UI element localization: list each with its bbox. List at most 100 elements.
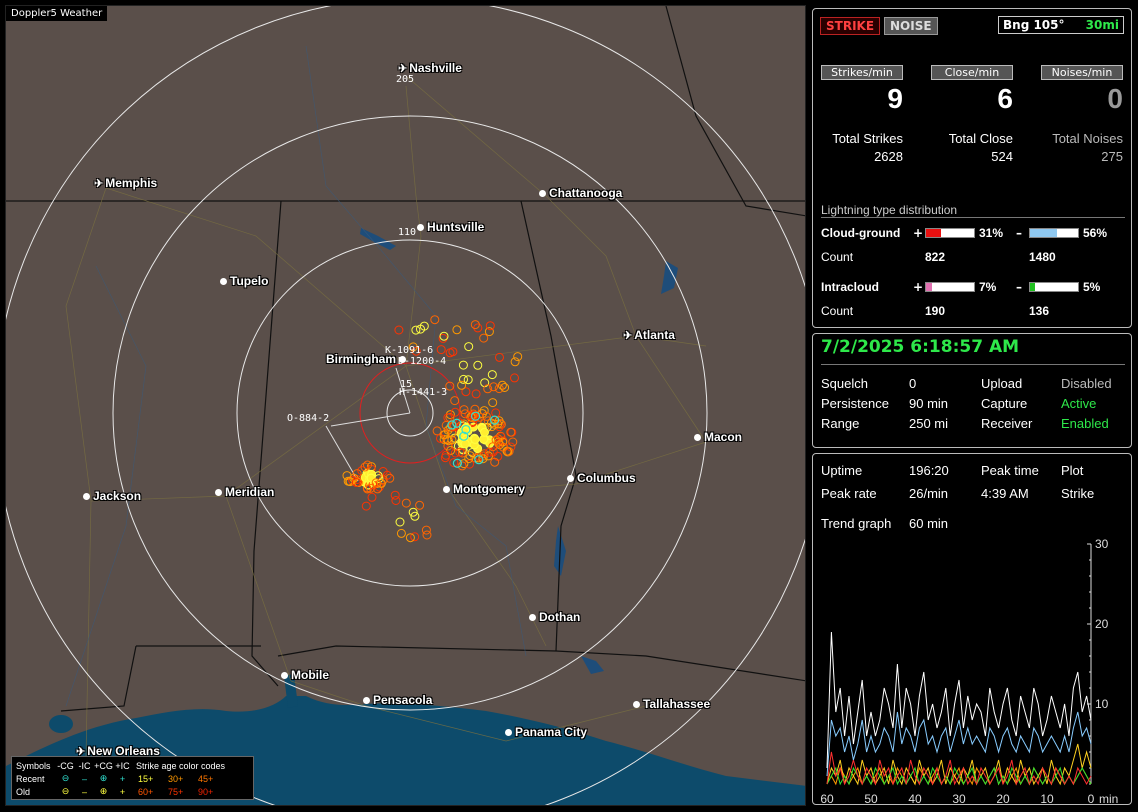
x-tick-label: 0 — [1088, 792, 1095, 804]
noises-per-min-value: 0 — [1107, 83, 1123, 114]
ic-minus-sign: – — [1016, 280, 1022, 294]
city-label-pensacola: Pensacola — [363, 693, 432, 707]
total-noises-value: 275 — [1101, 149, 1123, 164]
plane-icon: ✈ — [623, 330, 633, 342]
peak-time-label: Peak time — [981, 463, 1039, 478]
cg-neg-percent: 56% — [1083, 226, 1108, 240]
strike-marker — [394, 325, 404, 335]
dot-icon — [417, 224, 424, 231]
legend-symbols-label: Symbols — [16, 760, 51, 771]
dot-icon — [220, 278, 227, 285]
total-close-label: Total Close — [948, 131, 1013, 146]
dot-icon — [505, 729, 512, 736]
receiver-label: Receiver — [981, 416, 1033, 431]
strike-button[interactable]: STRIKE — [820, 17, 881, 35]
ring-label-middle: 110 — [398, 227, 417, 238]
trend-graph-value[interactable]: 60 min — [909, 516, 948, 531]
cg-plus-sign: + — [913, 226, 924, 240]
close-per-min-label[interactable]: Close/min — [931, 65, 1013, 80]
x-unit-label: min — [1099, 792, 1118, 804]
strike-marker — [485, 321, 495, 331]
bearing-box[interactable]: Bng 105° 30mi — [998, 16, 1124, 34]
strike-marker — [415, 500, 425, 510]
neg-ic-old-icon: – — [81, 786, 87, 797]
strike-marker — [390, 490, 400, 500]
cloud-ground-label: Cloud-ground — [821, 226, 901, 240]
dot-icon — [363, 697, 370, 704]
strike-marker — [445, 348, 455, 358]
strike-marker — [510, 373, 519, 383]
pos-cg-icon: ⊕ — [99, 773, 108, 783]
strike-marker — [470, 434, 480, 444]
ic-pos-percent: 7% — [979, 280, 997, 294]
status-panel: 7/2/2025 6:18:57 AM Squelch 0 Persistenc… — [812, 333, 1132, 448]
persistence-value: 90 min — [909, 396, 949, 411]
cg-minus-sign: – — [1016, 226, 1022, 240]
ic-neg-count: 136 — [1029, 304, 1050, 318]
storm-label-k[interactable]: K-1091-6 — [385, 345, 433, 356]
dot-icon — [83, 493, 90, 500]
city-name: Memphis — [105, 176, 158, 190]
bearing-range: 30mi — [1085, 18, 1119, 32]
city-label-dothan: Dothan — [529, 610, 580, 624]
capture-value[interactable]: Active — [1061, 396, 1096, 411]
strike-marker — [421, 525, 431, 535]
plane-icon: ✈ — [94, 178, 104, 190]
range-value: 250 mi — [909, 416, 949, 431]
storm-label-d[interactable]: D-1200-4 — [398, 356, 446, 367]
plot-value[interactable]: Strike — [1061, 486, 1094, 501]
city-name: Pensacola — [373, 693, 433, 707]
upload-value[interactable]: Disabled — [1061, 376, 1112, 391]
receiver-value[interactable]: Enabled — [1061, 416, 1109, 431]
dot-icon — [443, 486, 450, 493]
ic-plus-sign: + — [913, 280, 924, 294]
dot-icon — [539, 190, 546, 197]
city-label-jackson: Jackson — [83, 489, 141, 503]
neg-cg-old-icon: ⊖ — [61, 786, 70, 796]
trend-series-line — [826, 711, 1092, 777]
cg-neg-count: 1480 — [1029, 250, 1056, 264]
noise-button[interactable]: NOISE — [884, 17, 938, 35]
trend-series-line — [826, 631, 1092, 769]
storm-label-h[interactable]: H-1441-3 — [399, 387, 447, 398]
cg-pos-percent: 31% — [979, 226, 1004, 240]
city-name: Meridian — [225, 485, 275, 499]
strike-marker — [366, 473, 376, 483]
lake-pontchartrain — [49, 715, 73, 733]
cg-pos-bar-fill — [926, 229, 941, 237]
x-tick-label: 30 — [952, 792, 966, 804]
city-label-meridian: Meridian — [215, 485, 274, 499]
city-name: Atlanta — [634, 328, 675, 342]
y-tick-label: 30 — [1095, 537, 1109, 551]
strike-marker — [488, 398, 498, 408]
city-label-columbus: Columbus — [567, 471, 636, 485]
city-label-mobile: Mobile — [281, 668, 329, 682]
squelch-label: Squelch — [821, 376, 868, 391]
map-canvas — [6, 6, 805, 805]
x-tick-label: 50 — [864, 792, 878, 804]
x-tick-label: 20 — [996, 792, 1010, 804]
city-label-montgomery: Montgomery — [443, 482, 525, 496]
ic-count-label: Count — [821, 304, 854, 318]
ic-neg-bar — [1029, 282, 1079, 292]
city-label-huntsville: Huntsville — [417, 220, 484, 234]
total-close-value: 524 — [991, 149, 1013, 164]
noises-per-min-label[interactable]: Noises/min — [1041, 65, 1123, 80]
legend-age-90: 90+ — [198, 786, 214, 797]
neg-ic-icon: – — [81, 773, 87, 784]
city-name: Huntsville — [427, 220, 485, 234]
strike-marker — [411, 325, 421, 335]
upload-label: Upload — [981, 376, 1023, 391]
strike-marker — [480, 427, 489, 437]
city-name: Tupelo — [230, 274, 269, 288]
strikes-per-min-label[interactable]: Strikes/min — [821, 65, 903, 80]
legend-old-label: Old — [16, 786, 31, 797]
legend-header-neg-ic: -IC — [78, 760, 91, 771]
cg-count-label: Count — [821, 250, 854, 264]
lightning-map[interactable]: Doppler5 Weather ✈ Nashville ✈ Memphis Chatt… — [5, 5, 806, 806]
strike-marker — [463, 375, 473, 385]
range-label: Range — [821, 416, 860, 431]
intracloud-label: Intracloud — [821, 280, 880, 294]
seminole-lake — [581, 656, 604, 674]
storm-label-o[interactable]: O-884-2 — [287, 413, 329, 424]
